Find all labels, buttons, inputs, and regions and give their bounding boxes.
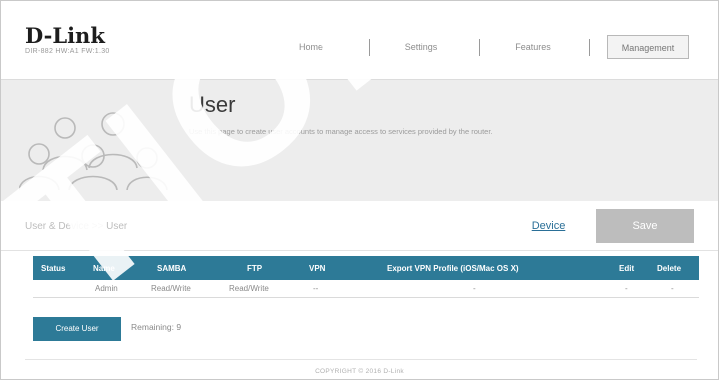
breadcrumb: User & Device >> User (25, 221, 128, 232)
table-row: Admin Read/Write Read/Write -- - - - (33, 280, 699, 298)
cell-vpn: -- (313, 284, 319, 293)
col-status: Status (41, 263, 66, 273)
cell-export: - (473, 284, 476, 293)
col-ftp: FTP (247, 263, 263, 273)
save-button[interactable]: Save (596, 209, 694, 243)
nav-features[interactable]: Features (493, 35, 573, 59)
remaining-count: Remaining: 9 (131, 322, 182, 332)
nav-management[interactable]: Management (607, 35, 689, 59)
nav-divider (589, 39, 590, 56)
nav-settings[interactable]: Settings (381, 35, 461, 59)
cell-samba: Read/Write (151, 284, 191, 293)
footer-divider (25, 359, 697, 360)
page-title: User (189, 92, 236, 117)
col-delete: Delete (657, 263, 682, 273)
cell-ftp: Read/Write (229, 284, 269, 293)
user-table: Status Name SAMBA FTP VPN Export VPN Pro… (33, 256, 699, 298)
router-web-ui: D-Link DIR-882 HW:A1 FW:1.30 Home Settin… (0, 0, 719, 380)
page-banner: User Use this page to create user accoun… (1, 79, 718, 201)
cell-name: Admin (95, 284, 118, 293)
model-info: DIR-882 HW:A1 FW:1.30 (25, 48, 110, 55)
delete-icon[interactable]: - (671, 280, 674, 297)
page-description: Use this page to create user accounts to… (189, 127, 493, 136)
dlink-logo[interactable]: D-Link (25, 23, 105, 48)
nav-divider (479, 39, 480, 56)
create-user-button[interactable]: Create User (33, 317, 121, 341)
col-vpn: VPN (309, 263, 326, 273)
col-samba: SAMBA (157, 263, 187, 273)
device-button[interactable]: Device (501, 209, 596, 243)
edit-icon[interactable]: - (625, 280, 628, 297)
nav-divider (369, 39, 370, 56)
nav-home[interactable]: Home (271, 35, 351, 59)
top-header: D-Link DIR-882 HW:A1 FW:1.30 Home Settin… (1, 1, 718, 79)
action-bar: User & Device >> User Device Save (1, 201, 718, 251)
users-icon (19, 112, 168, 190)
table-header: Status Name SAMBA FTP VPN Export VPN Pro… (33, 256, 699, 280)
main-nav: Home Settings Features Management (271, 35, 701, 59)
copyright-text: COPYRIGHT © 2016 D-Link (315, 368, 404, 375)
col-edit: Edit (619, 263, 635, 273)
col-name: Name (93, 263, 115, 273)
col-export-vpn: Export VPN Profile (iOS/Mac OS X) (387, 263, 519, 273)
